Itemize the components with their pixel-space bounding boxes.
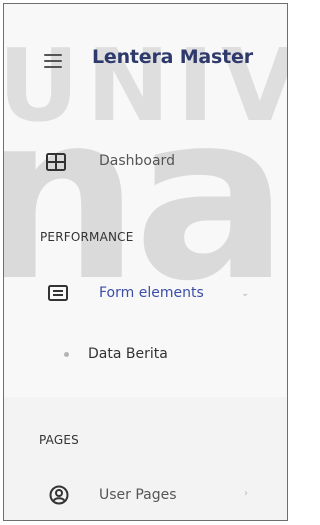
sidebar-item-form-elements[interactable]: Form elements ⌄ xyxy=(4,273,287,313)
chevron-down-icon: ⌄ xyxy=(241,288,250,299)
app-title: Lentera Master xyxy=(92,46,253,68)
sidebar-panel: UNIVERS nar Lentera Master Dashboard PER… xyxy=(3,3,288,521)
sidebar-item-label: Form elements xyxy=(99,285,204,301)
bullet-icon xyxy=(64,352,69,357)
sidebar-subitem-data-berita[interactable]: Data Berita xyxy=(4,336,287,372)
grid-icon xyxy=(46,153,66,171)
sidebar-item-dashboard[interactable]: Dashboard xyxy=(4,141,287,181)
form-icon xyxy=(48,285,68,301)
sidebar-header: Lentera Master xyxy=(4,4,287,109)
user-circle-icon xyxy=(49,485,69,505)
sidebar-subitem-label: Data Berita xyxy=(88,346,168,362)
sidebar-item-label: User Pages xyxy=(99,487,177,503)
sidebar-item-label: Dashboard xyxy=(99,153,175,169)
menu-toggle-icon[interactable] xyxy=(44,54,62,68)
section-title-performance: PERFORMANCE xyxy=(40,230,134,244)
section-title-pages: PAGES xyxy=(39,433,79,447)
sidebar-lower-section: PAGES User Pages › xyxy=(4,397,287,520)
chevron-right-icon: › xyxy=(244,488,248,499)
sidebar-item-user-pages[interactable]: User Pages › xyxy=(4,475,287,515)
